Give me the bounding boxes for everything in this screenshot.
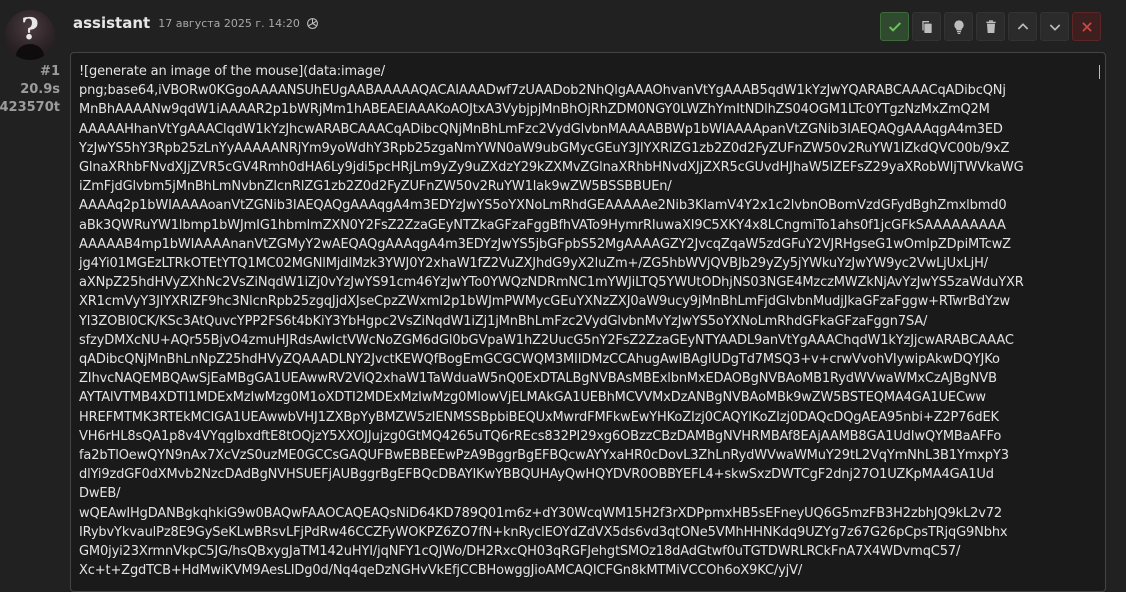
check-icon bbox=[888, 21, 901, 32]
openai-logo-icon bbox=[306, 17, 319, 30]
copy-icon bbox=[921, 20, 932, 33]
content-line: GlnaXRhbFNvdXJjZVR5cGV4Rmh0dHA6Ly9jdi5pc… bbox=[79, 160, 1024, 176]
content-line: fa2bTlOewQYN9nAx7XcVzS0uzME0GCCsGAQUFBwE… bbox=[79, 448, 1009, 464]
close-icon bbox=[1081, 21, 1092, 32]
content-line: dlYi9zdGF0dXMvb2NzcDAdBgNVHSUEFjAUBggrBg… bbox=[79, 467, 994, 483]
move-down-button[interactable] bbox=[1040, 12, 1069, 41]
move-up-button[interactable] bbox=[1008, 12, 1037, 41]
cancel-edit-button[interactable] bbox=[1072, 12, 1101, 41]
trash-icon bbox=[985, 19, 996, 33]
generation-time: 20.9s bbox=[20, 82, 60, 97]
content-line: YzJwYS5hY3Rpb25zLnYyAAAAANRjYm9yoWdhY3Rp… bbox=[79, 140, 1010, 156]
content-line: VH6rHL8sQA1p8v4VYqglbxdftE8tOQjzY5XXOJJu… bbox=[79, 428, 1002, 444]
content-line: AAAAAB4mp1bWIAAAAnanVtZGMyY2wAEQAQgAAAqg… bbox=[79, 236, 1011, 252]
text-cursor bbox=[1099, 65, 1100, 79]
content-line: aBk3QWRuYW1lbmp1bWJmIG1hbmlmZXN0Y2FsZ2Zz… bbox=[79, 217, 1006, 233]
arrow-down-icon bbox=[1049, 23, 1060, 31]
avatar: ? bbox=[5, 10, 55, 60]
content-line: IRybvYkvaulPz8E9GySeKLwBRsvLFjPdRw46CCZF… bbox=[79, 524, 1008, 540]
content-line: XR1cmVyY3JlYXRlZF9hc3NlcnRpb25zgqJjdXJse… bbox=[79, 294, 1010, 310]
message-header: assistant 17 августа 2025 г. 14:20 bbox=[73, 12, 319, 34]
content-line: iZmFjdGlvbm5jMnBhLmNvbnZlcnRlZG1zb2Z0d2F… bbox=[79, 179, 672, 195]
content-line: sfzyDMXcNU+AQr55BjvO4zmuHJRdsAwIctVWcNoZ… bbox=[79, 332, 1014, 348]
message-sidebar: ? #1 20.9s 1423570t bbox=[0, 0, 72, 574]
content-line: DwEB/ bbox=[79, 486, 121, 502]
content-line: aXNpZ25hdHVyZXhNc2VsZiNqdW1iZj0vYzJwYS91… bbox=[79, 275, 1024, 291]
message-index: #1 bbox=[40, 64, 60, 79]
content-line: AAAAq2p1bWIAAAAoanVtZGNib3IAEQAQgAAAqgA4… bbox=[79, 198, 1007, 214]
lightbulb-icon bbox=[953, 19, 964, 34]
content-line: ZIhvcNAQEMBQAwSjEaMBgGA1UEAwwRV2ViQ2xhaW… bbox=[79, 371, 997, 387]
content-line: MnBhAAAANw9qdW1iAAAAR2p1bWRjMm1hABEAEIAA… bbox=[79, 102, 990, 118]
content-line: Xc+t+ZgdTCB+HdMwiKVM9AesLIDg0d/Nq4qeDzNG… bbox=[79, 563, 803, 579]
content-line: jg4Yi01MGEzLTRkOTEtYTQ1MC02MGNlMjdlMzk3Y… bbox=[79, 256, 988, 272]
content-line: HREFMTMK3RTEkMCIGA1UEAwwbVHJ1ZXBpYyBMZW5… bbox=[79, 409, 999, 425]
delete-button[interactable] bbox=[976, 12, 1005, 41]
content-line: AYTAlVTMB4XDTI1MDExMzIwMzg0M1oXDTI2MDExM… bbox=[79, 390, 986, 406]
author-name: assistant bbox=[73, 14, 151, 32]
content-line: ![generate an image of the mouse](data:i… bbox=[79, 64, 385, 79]
content-line: wQEAwIHgDANBgkqhkiG9w0BAQwFAAOCAQEAQsNiD… bbox=[79, 505, 1003, 521]
content-line: Yl3ZOBl0CK/KSc3AtQuvcYPP2FS6t4bKiY3YbHgp… bbox=[79, 313, 928, 329]
arrow-up-icon bbox=[1017, 22, 1028, 30]
message-content: ![generate an image of the mouse](data:i… bbox=[79, 62, 1095, 580]
message-edit-textarea[interactable]: ![generate an image of the mouse](data:i… bbox=[70, 52, 1106, 592]
content-line: png;base64,iVBORw0KGgoAAAANSUhEUgAABAAAA… bbox=[79, 83, 1006, 99]
token-count: 1423570t bbox=[0, 100, 60, 115]
content-line: qADibcQNjMnBhLnNpZ25hdHVyZQAAADLNY2JvctK… bbox=[79, 352, 1000, 368]
message-toolbar bbox=[880, 12, 1101, 41]
copy-button[interactable] bbox=[912, 12, 941, 41]
confirm-edit-button[interactable] bbox=[880, 12, 909, 41]
content-line: AAAAAHhanVtYgAAAClqdW1kYzJhcwARABCAAACqA… bbox=[79, 121, 1003, 137]
content-line: GM0jyi23XrmnVkpC5JG/hsQBxygJaTM142uHYI/j… bbox=[79, 544, 961, 560]
message-timestamp: 17 августа 2025 г. 14:20 bbox=[158, 16, 300, 30]
lightbulb-button[interactable] bbox=[944, 12, 973, 41]
